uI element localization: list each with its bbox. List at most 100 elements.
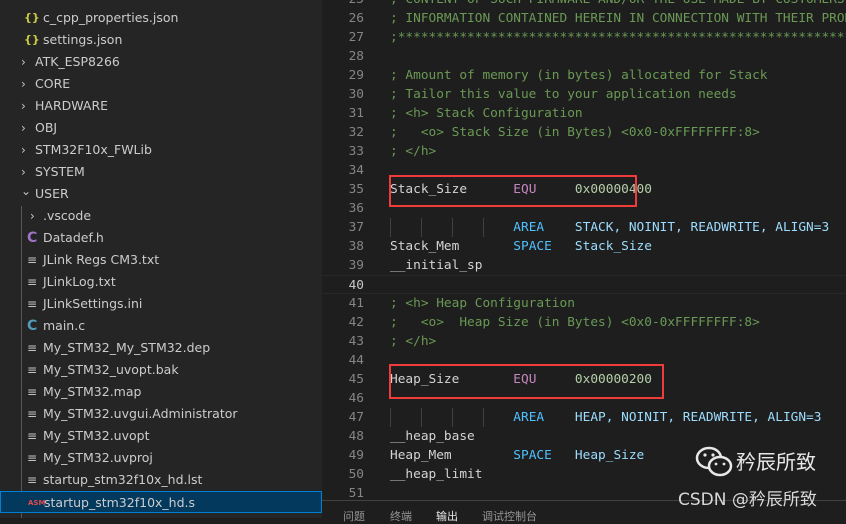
item-label: startup_stm32f10x_hd.lst	[43, 472, 203, 487]
token-directive: AREA	[513, 219, 575, 235]
code-line[interactable]: 27 ;*************************************…	[322, 28, 846, 47]
file-item[interactable]: ≡ My_STM32.uvgui.Administrator	[0, 403, 322, 425]
item-label: ATK_ESP8266	[35, 54, 120, 69]
file-item[interactable]: ≡ My_STM32.uvopt	[0, 425, 322, 447]
c-header-icon: C	[27, 230, 38, 246]
line-number: 39	[348, 257, 364, 273]
chevron-right-icon: ›	[21, 121, 26, 135]
token-directive: SPACE	[513, 238, 575, 254]
line-code: ; <h> Stack Configuration	[390, 104, 583, 123]
item-label: My_STM32.uvproj	[43, 450, 153, 465]
line-number: 50	[348, 466, 364, 482]
line-number: 38	[348, 238, 364, 254]
panel-tab-debug-console[interactable]: 调试控制台	[482, 508, 537, 524]
token-label: Heap_Mem	[390, 447, 514, 463]
line-code: AREA HEAP, NOINIT, READWRITE, ALIGN=3	[390, 408, 821, 427]
indent-guide	[483, 217, 484, 237]
code-line[interactable]: 40	[322, 274, 846, 294]
line-code: __heap_base	[390, 427, 475, 446]
item-label: startup_stm32f10x_hd.s	[44, 495, 196, 510]
text-file-icon: ≡	[27, 451, 38, 465]
file-item[interactable]: Cmain.c	[0, 315, 322, 337]
line-number: 34	[348, 162, 364, 178]
item-label: c_cpp_properties.json	[43, 10, 179, 25]
panel-tab-problems[interactable]: 问题	[343, 508, 365, 524]
item-label: settings.json	[43, 32, 123, 47]
code-line[interactable]: 30 ; Tailor this value to your applicatio…	[322, 85, 846, 104]
folder-item[interactable]: › SYSTEM	[0, 161, 322, 183]
panel-tab-terminal[interactable]: 终端	[390, 508, 412, 524]
file-item[interactable]: ≡ JLinkLog.txt	[0, 271, 322, 293]
item-label: Datadef.h	[43, 230, 104, 245]
file-item[interactable]: ≡ My_STM32.map	[0, 381, 322, 403]
folder-item[interactable]: › HARDWARE	[0, 95, 322, 117]
file-item[interactable]: {} settings.json	[0, 29, 322, 51]
line-code: ; </h>	[390, 142, 436, 161]
line-code: ; CONTENT OF SUCH FIRMWARE AND/OR THE US…	[390, 0, 846, 9]
token-label: Stack_Mem	[390, 238, 514, 254]
code-line[interactable]: 26 ; INFORMATION CONTAINED HEREIN IN CONN…	[322, 9, 846, 28]
item-label: STM32F10x_FWLib	[35, 142, 152, 157]
line-number: 36	[348, 200, 364, 216]
code-line[interactable]: 38 Stack_Mem SPACE Stack_Size	[322, 237, 846, 256]
indent-guide	[390, 217, 391, 237]
text-file-icon: ≡	[27, 275, 38, 289]
panel-tab-output[interactable]: 输出	[436, 508, 458, 524]
line-number: 43	[348, 333, 364, 349]
file-item[interactable]: ASM startup_stm32f10x_hd.s	[0, 491, 322, 513]
code-line[interactable]: 32 ; <o> Stack Size (in Bytes) <0x0-0xFFF…	[322, 123, 846, 142]
file-item[interactable]: ≡ My_STM32_uvopt.bak	[0, 359, 322, 381]
line-code: ; </h>	[390, 332, 436, 351]
file-item[interactable]: ≡ My_STM32.uvproj	[0, 447, 322, 469]
code-line[interactable]: 31 ; <h> Stack Configuration	[322, 104, 846, 123]
line-code: Stack_Mem SPACE Stack_Size	[390, 237, 652, 256]
file-item[interactable]: ≡ JLinkSettings.ini	[0, 293, 322, 315]
code-line[interactable]: 37 AREA STACK, NOINIT, READWRITE, ALIGN=…	[322, 217, 846, 237]
item-label: CORE	[35, 76, 71, 91]
token-directive: AREA	[513, 409, 575, 425]
token-comment: ; <o> Heap Size (in Bytes) <0x0-0xFFFFFF…	[390, 314, 760, 330]
file-item[interactable]: {} c_cpp_properties.json	[0, 7, 322, 29]
file-item[interactable]: ≡ startup_stm32f10x_hd.lst	[0, 469, 322, 491]
folder-item[interactable]: › .vscode	[0, 205, 322, 227]
text-file-icon: ≡	[27, 407, 38, 421]
item-label: OBJ	[35, 120, 58, 135]
line-code: ; <o> Stack Size (in Bytes) <0x0-0xFFFFF…	[390, 123, 760, 142]
token-comment: ; Tailor this value to your application …	[390, 86, 737, 102]
text-file-icon: ≡	[27, 363, 38, 377]
code-line[interactable]: 29 ; Amount of memory (in bytes) allocate…	[322, 66, 846, 85]
code-line[interactable]: 33 ; </h>	[322, 142, 846, 161]
indent-guide	[390, 407, 391, 427]
code-line[interactable]: 25 ; CONTENT OF SUCH FIRMWARE AND/OR THE …	[322, 0, 846, 9]
folder-item[interactable]: › OBJ	[0, 117, 322, 139]
token-comment: ; </h>	[390, 333, 437, 349]
chevron-right-icon: ›	[30, 209, 35, 223]
code-line[interactable]: 39 __initial_sp	[322, 256, 846, 275]
item-label: My_STM32_My_STM32.dep	[43, 340, 211, 355]
file-item[interactable]: ≡ JLink Regs CM3.txt	[0, 249, 322, 271]
code-line[interactable]: 41 ; <h> Heap Configuration	[322, 294, 846, 313]
line-code: __initial_sp	[390, 256, 482, 275]
line-number: 46	[348, 390, 364, 406]
item-label: JLinkLog.txt	[43, 274, 116, 289]
folder-item[interactable]: ⌄ USER	[0, 183, 322, 205]
code-line[interactable]: 47 AREA HEAP, NOINIT, READWRITE, ALIGN=3	[322, 407, 846, 427]
line-number: 40	[348, 277, 364, 293]
file-item[interactable]: ≡ My_STM32_My_STM32.dep	[0, 337, 322, 359]
folder-item[interactable]: › CORE	[0, 73, 322, 95]
line-code: __heap_limit	[390, 465, 482, 484]
code-line[interactable]: 43 ; </h>	[322, 332, 846, 351]
line-code: ; Amount of memory (in bytes) allocated …	[390, 66, 768, 85]
code-editor[interactable]: 25 ; CONTENT OF SUCH FIRMWARE AND/OR THE …	[322, 0, 846, 500]
highlight-box-stack-size	[389, 175, 637, 207]
token-comment: ; <o> Stack Size (in Bytes) <0x0-0xFFFFF…	[390, 124, 760, 140]
line-number: 33	[348, 143, 364, 159]
folder-item[interactable]: › STM32F10x_FWLib	[0, 139, 322, 161]
code-line[interactable]: 28	[322, 47, 846, 66]
file-item[interactable]: C Datadef.h	[0, 227, 322, 249]
token-operand: STACK, NOINIT, READWRITE, ALIGN=3	[574, 219, 830, 235]
indent-guide	[421, 217, 422, 237]
code-line[interactable]: 42 ; <o> Heap Size (in Bytes) <0x0-0xFFFF…	[322, 313, 846, 332]
line-number: 27	[348, 29, 364, 45]
folder-item[interactable]: › ATK_ESP8266	[0, 51, 322, 73]
